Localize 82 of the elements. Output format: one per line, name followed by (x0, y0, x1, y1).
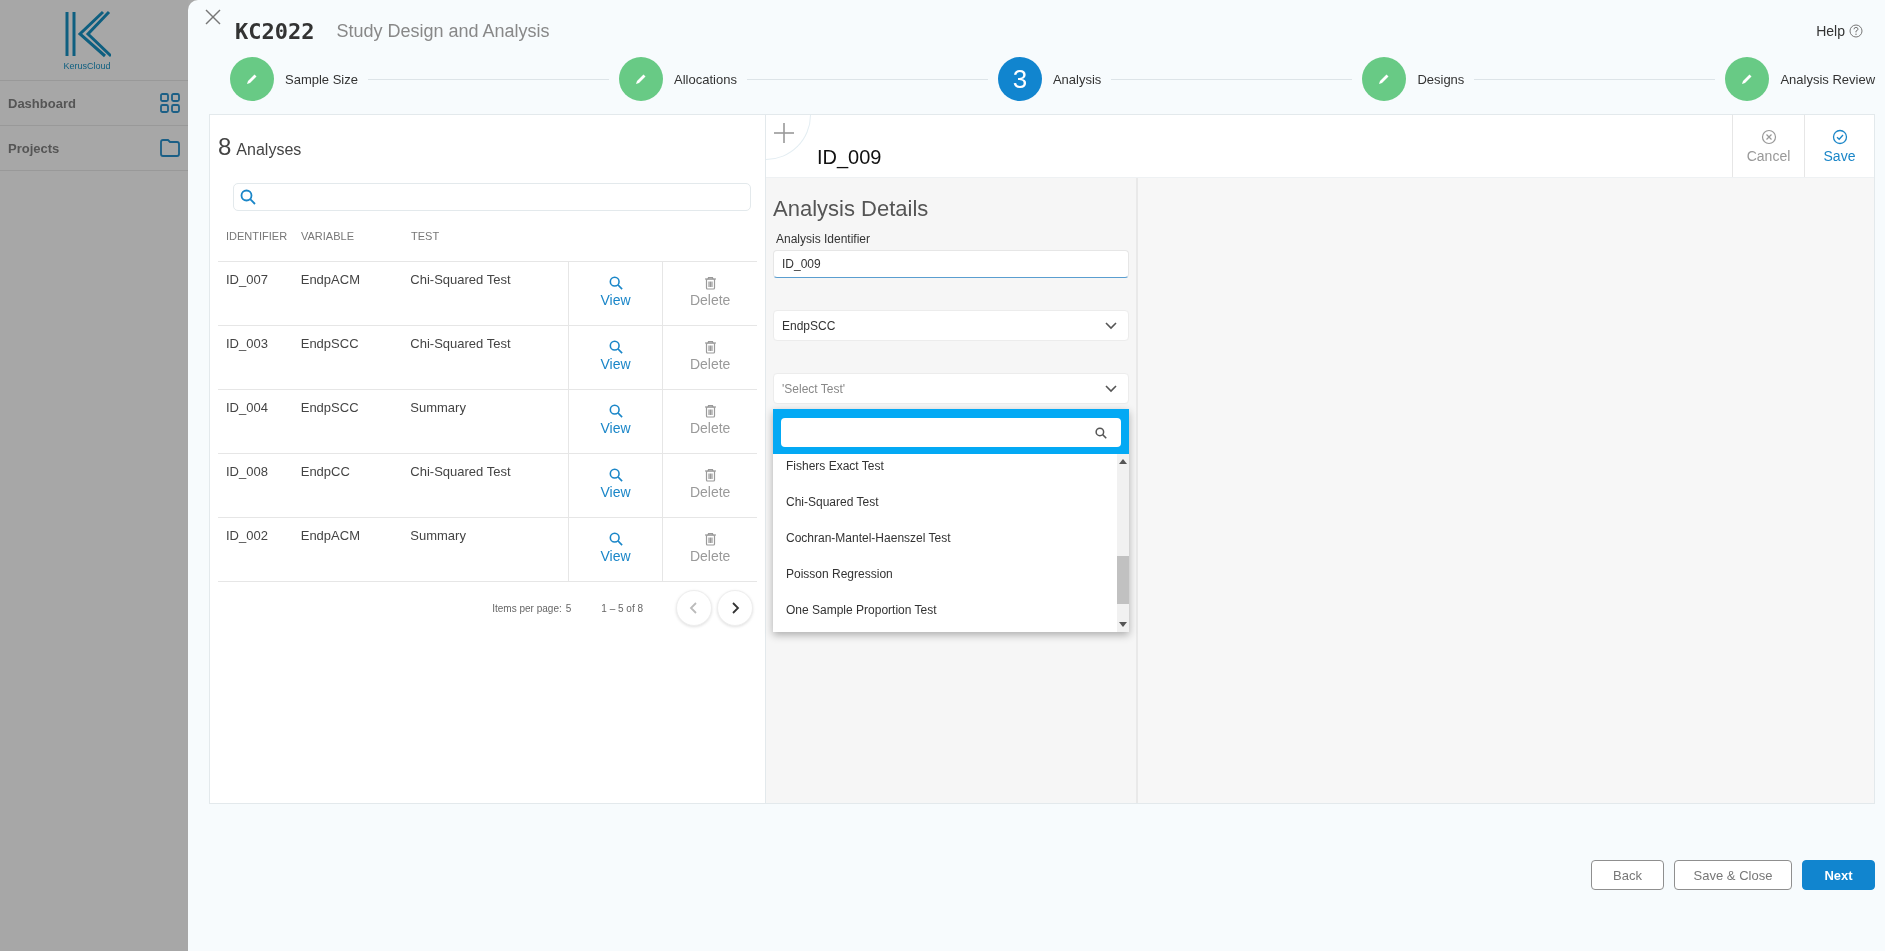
table-cell-text: EndpSCC (300, 399, 360, 417)
analyses-count: 8 (218, 133, 232, 161)
table-cell-text: ID_002 (226, 527, 269, 545)
logo-text: KerusCloud (63, 60, 111, 71)
table-cell-text: EndpACM (300, 527, 361, 545)
wizard-step[interactable]: 3 Analysis (997, 57, 1102, 101)
trash-icon (703, 404, 717, 418)
table-cell-text: Chi-Squared Test (410, 271, 512, 289)
search-icon (1095, 426, 1107, 439)
close-circle-icon (1760, 128, 1777, 145)
column-header: IDENTIFIER (226, 230, 289, 242)
field-label: Analysis Identifier (776, 232, 872, 246)
table-cell-text: Summary (410, 399, 467, 417)
check-circle-icon (1831, 128, 1848, 145)
search-icon (608, 404, 623, 418)
page-size[interactable]: 5 (565, 602, 572, 614)
table-cell-text: ID_008 (226, 463, 269, 481)
option-search-field[interactable] (781, 418, 1121, 447)
analyses-title: Analyses (236, 141, 302, 159)
section-title: Analysis Details (773, 196, 930, 222)
view-button[interactable]: View (600, 468, 631, 500)
trash-icon (703, 276, 717, 290)
column-header: TEST (411, 230, 441, 242)
help-icon (1849, 24, 1863, 38)
page-range: 1 – 5 of 8 (601, 602, 643, 614)
dropdown-option[interactable]: Poisson Regression (773, 556, 1117, 592)
dropdown-option[interactable]: One Sample Proportion Test (773, 592, 1117, 628)
view-button[interactable]: View (600, 276, 631, 308)
grid-icon (160, 93, 180, 113)
project-code: KC2022 (235, 18, 315, 44)
chevron-down-icon (1104, 320, 1118, 331)
column-header: VARIABLE (301, 230, 355, 242)
chevron-left-icon (689, 601, 699, 615)
identifier-field[interactable]: ID_009 (773, 250, 1129, 278)
dropdown-option[interactable]: Chi-Squared Test (773, 484, 1117, 520)
search-icon (240, 189, 256, 205)
wizard-step[interactable]: Designs (1362, 57, 1465, 101)
table-cell-text: ID_004 (226, 399, 269, 417)
view-button[interactable]: View (600, 404, 631, 436)
items-per-page-label: Items per page: (492, 602, 562, 614)
search-icon (608, 340, 623, 354)
scroll-down-icon[interactable] (1119, 622, 1127, 628)
back-button[interactable]: Back (1591, 860, 1664, 890)
wizard-step[interactable]: Allocations (619, 57, 737, 101)
chevron-down-icon (1104, 383, 1118, 394)
table-cell-text: ID_007 (226, 271, 269, 289)
trash-icon (703, 468, 717, 482)
dropdown-option[interactable]: Fishers Exact Test (773, 448, 1117, 484)
next-button[interactable]: Next (1802, 860, 1875, 890)
next-page-button[interactable] (717, 590, 753, 626)
plus-icon (773, 122, 795, 144)
view-button[interactable]: View (600, 532, 631, 564)
scrollbar[interactable] (1117, 454, 1129, 632)
trash-icon (703, 340, 717, 354)
step-number: 3 (997, 57, 1042, 101)
chevron-right-icon (730, 601, 740, 615)
variable-dropdown[interactable]: EndpSCC (773, 310, 1129, 341)
logo-icon (63, 9, 111, 58)
scroll-up-icon[interactable] (1119, 458, 1127, 464)
search-field[interactable] (233, 183, 751, 211)
view-button[interactable]: View (600, 340, 631, 372)
table-cell-text: EndpSCC (300, 335, 360, 353)
wizard-step[interactable]: Analysis Review (1725, 57, 1876, 101)
table-cell-text: Chi-Squared Test (410, 463, 512, 481)
test-dropdown[interactable]: 'Select Test' (773, 373, 1129, 404)
dialog-title: Study Design and Analysis (336, 20, 550, 42)
search-icon (608, 276, 623, 290)
search-icon (608, 532, 623, 546)
close-icon[interactable] (205, 9, 221, 25)
folder-icon (160, 139, 180, 157)
table-cell-text: EndpACM (300, 271, 361, 289)
help-link[interactable]: Help (1816, 23, 1863, 39)
analysis-id-title: ID_009 (817, 146, 882, 169)
search-icon (608, 468, 623, 482)
dropdown-option[interactable]: Cochran-Mantel-Haenszel Test (773, 520, 1117, 556)
save-close-button[interactable]: Save & Close (1674, 860, 1792, 890)
table-cell-text: Chi-Squared Test (410, 335, 512, 353)
table-cell-text: EndpCC (300, 463, 351, 481)
wizard-step[interactable]: Sample Size (230, 57, 358, 101)
table-cell-text: ID_003 (226, 335, 269, 353)
trash-icon (703, 532, 717, 546)
table-cell-text: Summary (410, 527, 467, 545)
